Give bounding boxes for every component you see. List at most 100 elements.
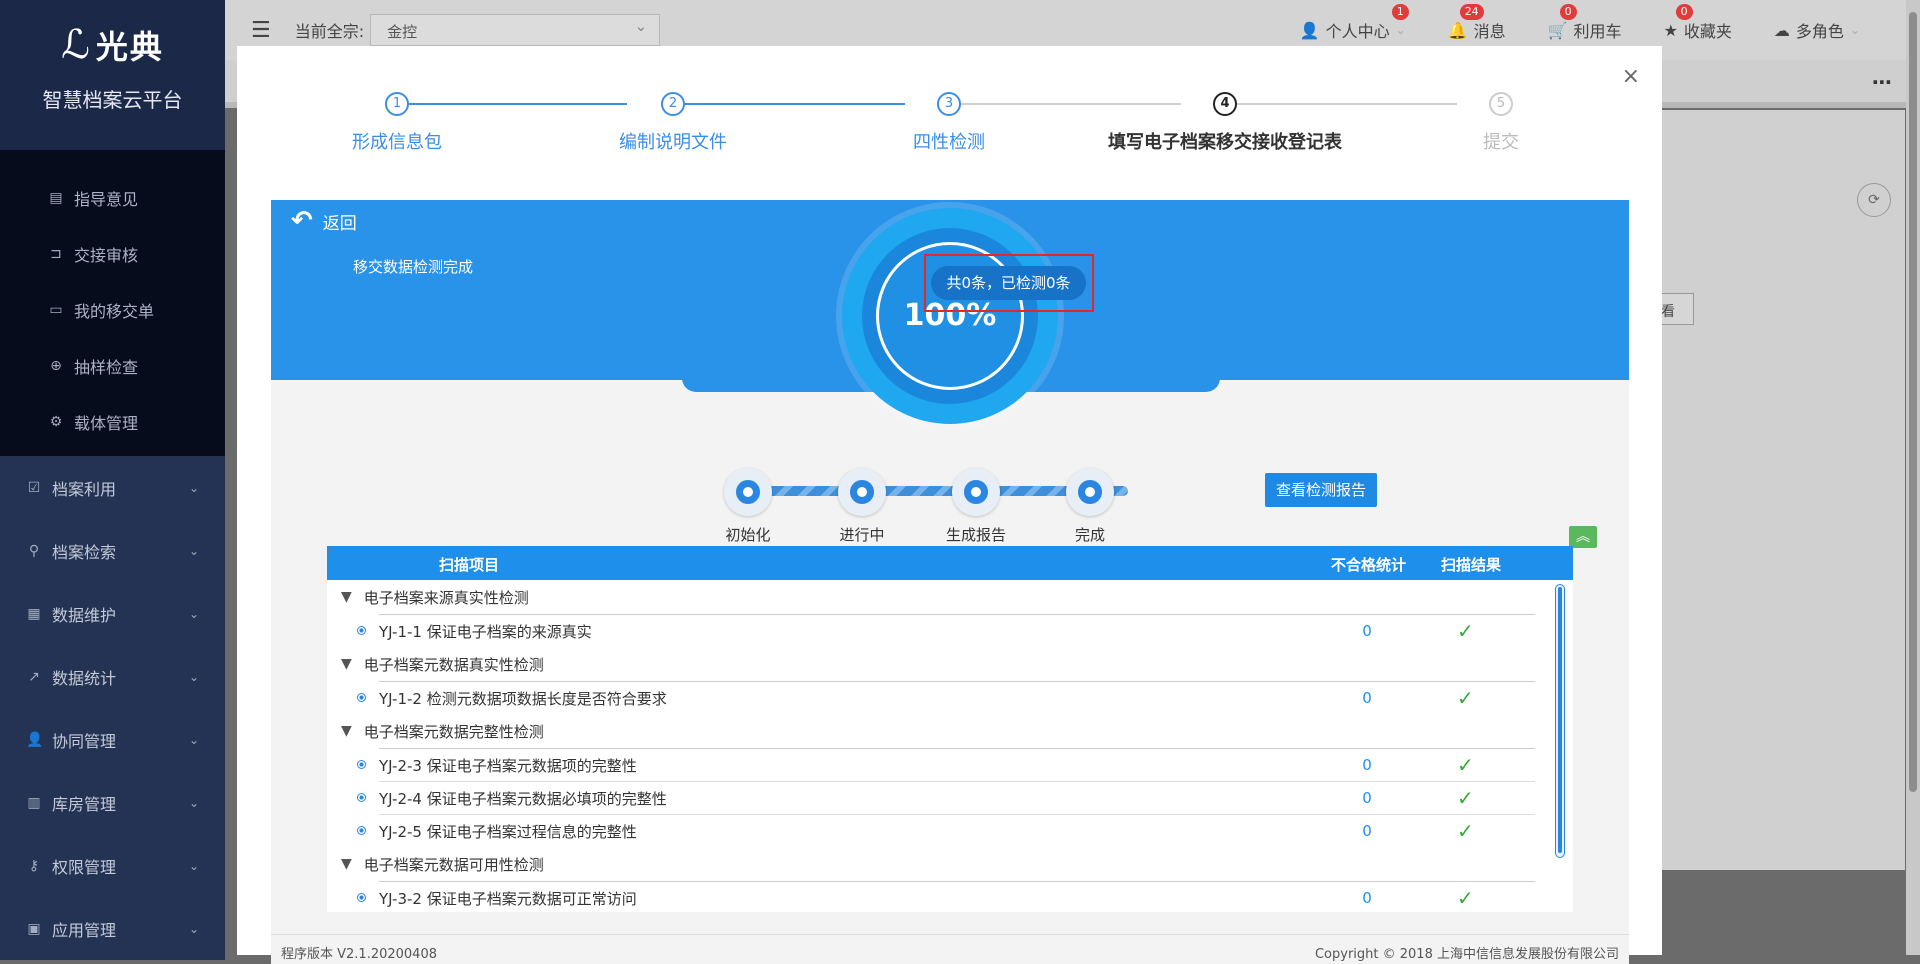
progress-node — [838, 468, 886, 516]
group-row[interactable]: ▼ 电子档案元数据完整性检测 — [327, 714, 1573, 748]
cart-icon: 🛒 — [1547, 20, 1568, 40]
checklist-icon: ☑ — [27, 479, 41, 496]
more-options-icon[interactable]: ⋯ — [1872, 70, 1892, 94]
scrollbar-thumb[interactable] — [1909, 12, 1917, 792]
chart-icon: ↗ — [28, 668, 40, 685]
collapse-triangle-icon[interactable]: ▼ — [341, 723, 352, 739]
bullet-icon — [357, 693, 366, 702]
bell-icon: 🔔 — [1447, 20, 1468, 40]
back-label: 返回 — [322, 213, 357, 234]
fail-count: 0 — [1362, 822, 1372, 840]
logo-mark-icon: ℒ — [61, 22, 92, 68]
sidebar-item-permissions[interactable]: ⚷ 权限管理 ⌄ — [0, 834, 225, 897]
collapse-triangle-icon[interactable]: ▼ — [341, 589, 352, 605]
collapse-up-icon[interactable]: ︽ — [1569, 526, 1597, 548]
favorites-badge: 0 — [1675, 4, 1693, 20]
logo: ℒ 光典 — [0, 22, 225, 68]
logo-area: ℒ 光典 智慧档案云平台 — [0, 0, 225, 150]
collapse-triangle-icon[interactable]: ▼ — [341, 656, 352, 672]
chevron-down-icon: ⌄ — [1849, 23, 1860, 37]
sidebar-item-applications[interactable]: ▣ 应用管理 ⌄ — [0, 897, 225, 960]
roles-label: 多角色 — [1795, 22, 1844, 41]
background-content — [1662, 110, 1905, 870]
chevron-down-icon: ⌄ — [188, 606, 199, 621]
sidebar: ℒ 光典 智慧档案云平台 ▤ 指导意见 ⊐ 交接审核 ▭ 我的移交单 ⊕ 抽样检查 ⚙ 载体… — [0, 0, 225, 960]
progress-node — [1066, 468, 1114, 516]
step-3[interactable]: 3 四性检测 — [799, 92, 1099, 154]
progress-steps: 初始化 进行中 生成报告 完成 — [724, 468, 1149, 544]
table-body: ▼ 电子档案来源真实性检测 YJ-1-1 保证电子档案的来源真实 0 ✓ ▼ 电子档案元… — [327, 580, 1573, 912]
sidebar-item-sampling[interactable]: ⊕ 抽样检查 — [0, 338, 225, 394]
step-number: 1 — [385, 92, 409, 116]
scrollbar-thumb[interactable] — [1558, 587, 1562, 853]
sidebar-item-label: 我的移交单 — [74, 302, 155, 321]
column-header-result: 扫描结果 — [1441, 556, 1502, 574]
table-row[interactable]: YJ-1-2 检测元数据项数据长度是否符合要求 0 ✓ — [357, 681, 1535, 714]
cart-button[interactable]: 🛒 0 利用车 — [1547, 4, 1622, 42]
step-5[interactable]: 5 提交 — [1351, 92, 1651, 154]
form-icon: ▭ — [49, 302, 63, 318]
step-label: 形成信息包 — [352, 132, 442, 153]
hamburger-menu-icon[interactable]: ☰ — [251, 18, 271, 43]
step-1[interactable]: 1 形成信息包 — [247, 92, 547, 154]
step-number: 4 — [1213, 92, 1237, 116]
sidebar-item-data-maintenance[interactable]: ▦ 数据维护 ⌄ — [0, 582, 225, 645]
table-scrollbar[interactable] — [1555, 584, 1565, 858]
sidebar-item-label: 抽样检查 — [74, 358, 139, 377]
favorites-button[interactable]: ★ 0 收藏夹 — [1664, 4, 1732, 42]
step-label: 四性检测 — [913, 132, 985, 153]
group-row[interactable]: ▼ 电子档案元数据可用性检测 — [327, 847, 1573, 881]
table-row[interactable]: YJ-2-4 保证电子档案元数据必填项的完整性 0 ✓ — [357, 781, 1535, 814]
roles-button[interactable]: ☁ 多角色 ⌄ — [1774, 18, 1860, 42]
chevron-down-icon: ⌄ — [188, 543, 199, 558]
check-icon: ✓ — [1457, 619, 1474, 643]
messages-button[interactable]: 🔔 24 消息 — [1447, 4, 1506, 42]
sidebar-item-warehouse[interactable]: ▥ 库房管理 ⌄ — [0, 771, 225, 834]
sidebar-item-archive-use[interactable]: ☑ 档案利用 ⌄ — [0, 456, 225, 519]
key-icon: ⚷ — [28, 857, 40, 874]
sidebar-item-data-statistics[interactable]: ↗ 数据统计 ⌄ — [0, 645, 225, 708]
page-scrollbar[interactable] — [1906, 0, 1920, 955]
sidebar-item-carrier[interactable]: ⚙ 载体管理 — [0, 394, 225, 450]
scan-results-table: 扫描项目 不合格统计 扫描结果 ▼ 电子档案来源真实性检测 YJ-1-1 保证电子… — [327, 546, 1573, 912]
check-icon: ✓ — [1457, 886, 1474, 910]
table-row[interactable]: YJ-1-1 保证电子档案的来源真实 0 ✓ — [357, 614, 1535, 647]
step-indicator: 1 形成信息包 2 编制说明文件 3 四性检测 4 填写电子档案移交接收登记表 5 提交 — [237, 46, 1662, 166]
sidebar-item-my-transfer[interactable]: ▭ 我的移交单 — [0, 282, 225, 338]
sidebar-item-collaboration[interactable]: 👤 协同管理 ⌄ — [0, 708, 225, 771]
view-report-button[interactable]: 查看检测报告 — [1265, 473, 1377, 507]
step-2[interactable]: 2 编制说明文件 — [523, 92, 823, 154]
refresh-icon[interactable]: ⟳ — [1857, 183, 1891, 217]
messages-badge: 24 — [1459, 4, 1484, 20]
group-row[interactable]: ▼ 电子档案来源真实性检测 — [327, 580, 1573, 614]
comment-icon: ▤ — [49, 190, 63, 206]
check-icon: ✓ — [1457, 686, 1474, 710]
detection-content: ⌕ ↶返回 移交数据检测完成 100% 共0条，已检测0条 初始化 进行中 生成… — [271, 200, 1629, 964]
step-number: 2 — [661, 92, 685, 116]
group-row[interactable]: ▼ 电子档案元数据真实性检测 — [327, 647, 1573, 681]
group-title: 电子档案元数据完整性检测 — [363, 722, 544, 741]
top-right-actions: 👤 个人中心 1 ⌄ 🔔 24 消息 🛒 0 利用车 ★ 0 收藏夹 ☁ 多角色 ⌄ — [1300, 4, 1860, 42]
step-4[interactable]: 4 填写电子档案移交接收登记表 — [1075, 92, 1375, 154]
personal-center-button[interactable]: 👤 个人中心 1 ⌄ — [1300, 4, 1409, 42]
collapse-triangle-icon[interactable]: ▼ — [341, 856, 352, 872]
sub-menu: ▤ 指导意见 ⊐ 交接审核 ▭ 我的移交单 ⊕ 抽样检查 ⚙ 载体管理 — [0, 150, 225, 456]
table-row[interactable]: YJ-2-5 保证电子档案过程信息的完整性 0 ✓ — [357, 814, 1535, 847]
sidebar-item-handover-review[interactable]: ⊐ 交接审核 — [0, 226, 225, 282]
progress-node — [952, 468, 1000, 516]
sidebar-item-archive-search[interactable]: ⚲ 档案检索 ⌄ — [0, 519, 225, 582]
bullet-icon — [357, 793, 366, 802]
table-row[interactable]: YJ-2-3 保证电子档案元数据项的完整性 0 ✓ — [357, 748, 1535, 781]
back-button[interactable]: ↶ 返回 — [291, 206, 357, 236]
sidebar-item-label: 应用管理 — [52, 920, 117, 940]
crop-icon: ⊐ — [50, 246, 62, 262]
step-label: 填写电子档案移交接收登记表 — [1108, 132, 1342, 153]
sidebar-item-label: 库房管理 — [52, 794, 117, 814]
table-header: 扫描项目 不合格统计 扫描结果 — [327, 546, 1573, 580]
table-row[interactable]: YJ-3-2 保证电子档案元数据可正常访问 0 ✓ — [357, 881, 1535, 912]
current-fonds-select[interactable]: 金控 — [370, 14, 661, 46]
building-icon: ▥ — [27, 794, 41, 811]
sidebar-item-guidance[interactable]: ▤ 指导意见 — [0, 170, 225, 226]
sidebar-item-label: 档案利用 — [52, 479, 117, 499]
chevron-down-icon: ⌄ — [188, 480, 199, 495]
